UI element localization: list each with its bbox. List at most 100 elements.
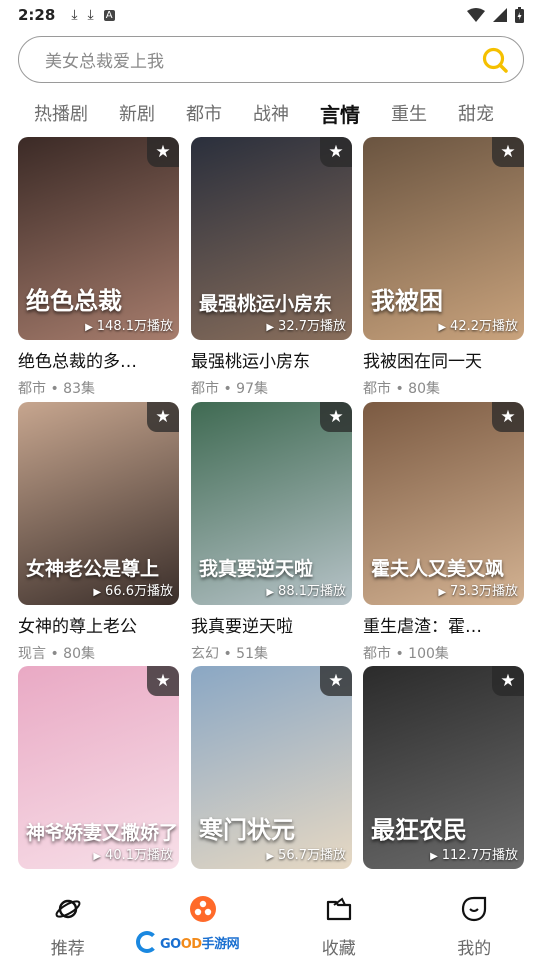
signal-icon [493,8,507,22]
nav-label: 收藏 [321,939,356,959]
drama-poster[interactable]: 绝色总裁 ★ ▶ 148.1万播放 [18,137,179,340]
nav-label: 推荐 [50,939,85,959]
drama-card[interactable]: 女神老公是尊上 ★ ▶ 66.6万播放女神的尊上老公现言 • 80集 [18,402,179,663]
play-count: ▶ 88.1万播放 [266,580,346,599]
status-time: 2:28 [18,6,56,24]
search-bar[interactable]: 美女总裁爱上我 [18,36,524,83]
play-icon: ▶ [430,851,438,862]
favorite-star-icon[interactable]: ★ [492,402,524,432]
play-count-value: 112.7万播放 [441,848,518,863]
play-count-value: 73.3万播放 [450,584,518,599]
play-count: ▶ 66.6万播放 [93,580,173,599]
poster-title-art: 寒门状元 [199,815,295,844]
poster-title-art: 绝色总裁 [26,286,122,315]
play-icon: ▶ [266,322,275,333]
nav-favorites[interactable]: 收藏 [271,880,407,965]
favorite-star-icon[interactable]: ★ [492,666,524,696]
play-count-value: 88.1万播放 [278,584,346,599]
play-count: ▶ 40.1万播放 [93,844,173,863]
drama-card[interactable]: 绝色总裁 ★ ▶ 148.1万播放绝色总裁的多… 都市 • 83集 [18,137,179,398]
poster-title-art: 最狂农民 [371,815,467,844]
favorite-star-icon[interactable]: ★ [492,137,524,167]
download-icon: ⤓ [87,7,94,23]
nav-mine[interactable]: 我的 [407,880,542,965]
nav-label: 我的 [457,939,492,959]
play-icon: ▶ [266,851,275,862]
drama-title[interactable]: 我真要逆天啦 [191,612,352,637]
poster-title-art: 我真要逆天啦 [199,558,314,580]
tab-1[interactable]: 新剧 [119,100,155,126]
search-input[interactable]: 美女总裁爱上我 [45,47,481,72]
drama-poster[interactable]: 寒门状元 ★ ▶ 56.7万播放 [191,666,352,869]
play-count-value: 56.7万播放 [278,848,346,863]
tab-5[interactable]: 重生 [391,100,427,126]
favorite-star-icon[interactable]: ★ [147,666,179,696]
bottom-nav: 推荐 收藏 我的 [0,880,542,965]
nav-recommend[interactable]: 推荐 [0,880,136,965]
battery-icon [515,7,524,23]
drama-title[interactable]: 最强桃运小房东 [191,347,352,372]
planet-icon [53,894,83,924]
tab-0[interactable]: 热播剧 [34,100,88,126]
tab-3[interactable]: 战神 [253,100,289,126]
poster-title-art: 最强桃运小房东 [199,293,333,315]
play-icon: ▶ [266,587,275,598]
drama-poster[interactable]: 我被困 ★ ▶ 42.2万播放 [363,137,524,340]
wifi-icon [467,8,485,22]
category-tabs: 热播剧 新剧 都市 战神 言情 重生 甜宠 [0,96,542,130]
play-icon: ▶ [438,322,447,333]
play-count-value: 66.6万播放 [105,584,173,599]
favorite-star-icon[interactable]: ★ [320,402,352,432]
status-bar: 2:28 ⤓ ⤓ A [0,0,542,30]
drama-meta: 都市 • 80集 [363,381,440,397]
favorite-star-icon[interactable]: ★ [320,137,352,167]
favorite-star-icon[interactable]: ★ [147,137,179,167]
play-icon: ▶ [438,587,447,598]
drama-poster[interactable]: 我真要逆天啦 ★ ▶ 88.1万播放 [191,402,352,605]
profile-icon [459,894,489,924]
play-icon: ▶ [85,322,93,333]
favorite-star-icon[interactable]: ★ [320,666,352,696]
drama-card[interactable]: 我真要逆天啦 ★ ▶ 88.1万播放 我真要逆天啦 玄幻 • 51集 [191,402,352,663]
play-icon: ▶ [93,851,102,862]
play-count: ▶ 32.7万播放 [266,315,346,334]
play-count-value: 148.1万播放 [96,319,173,334]
play-count: ▶ 73.3万播放 [438,580,518,599]
drama-title[interactable]: 我被困在同一天 [363,347,524,372]
play-count-value: 42.2万播放 [450,319,518,334]
drama-poster[interactable]: 霍夫人又美又飒 ★ ▶ 73.3万播放 [363,402,524,605]
poster-title-art: 神爷娇妻又撒娇了 [26,822,179,844]
drama-title[interactable]: 女神的尊上老公 [18,612,179,637]
drama-meta: 玄幻 • 51集 [191,646,268,662]
drama-poster[interactable]: 最狂农民 ★ ▶ 112.7万播放 [363,666,524,869]
play-count: ▶ 42.2万播放 [438,315,518,334]
play-count: ▶ 112.7万播放 [430,844,518,863]
drama-card[interactable]: 最强桃运小房东 ★ ▶ 32.7万播放 最强桃运小房东 都市 • 97集 [191,137,352,398]
poster-title-art: 我被困 [371,286,443,315]
drama-title[interactable]: 绝色总裁的多… [18,347,179,372]
play-icon: ▶ [93,587,102,598]
drama-poster[interactable]: 最强桃运小房东 ★ ▶ 32.7万播放 [191,137,352,340]
drama-meta: 都市 • 83集 [18,381,95,397]
flower-icon [188,894,218,924]
drama-card[interactable]: 霍夫人又美又飒 ★ ▶ 73.3万播放重生虐渣：霍… 都市 • 100集 [363,402,524,663]
poster-title-art: 霍夫人又美又飒 [371,558,505,580]
tab-4[interactable]: 言情 [320,99,360,128]
play-count: ▶ 148.1万播放 [85,315,173,334]
drama-meta: 都市 • 100集 [363,646,449,662]
watermark-text: GOOD手游网 [160,936,240,952]
tab-2[interactable]: 都市 [186,100,222,126]
play-count-value: 32.7万播放 [278,319,346,334]
favorite-star-icon[interactable]: ★ [147,402,179,432]
drama-meta: 现言 • 80集 [18,646,95,662]
drama-poster[interactable]: 神爷娇妻又撒娇了 ★ ▶ 40.1万播放 [18,666,179,869]
drama-card[interactable]: 我被困 ★ ▶ 42.2万播放我被困在同一天都市 • 80集 [363,137,524,398]
search-icon[interactable] [481,46,509,74]
poster-title-art: 女神老公是尊上 [26,558,160,580]
watermark-logo: GOOD手游网 [136,928,244,956]
a-icon: A [103,9,115,21]
tab-6[interactable]: 甜宠 [458,100,494,126]
drama-poster[interactable]: 女神老公是尊上 ★ ▶ 66.6万播放 [18,402,179,605]
play-count-value: 40.1万播放 [105,848,173,863]
drama-title[interactable]: 重生虐渣：霍… [363,612,524,637]
